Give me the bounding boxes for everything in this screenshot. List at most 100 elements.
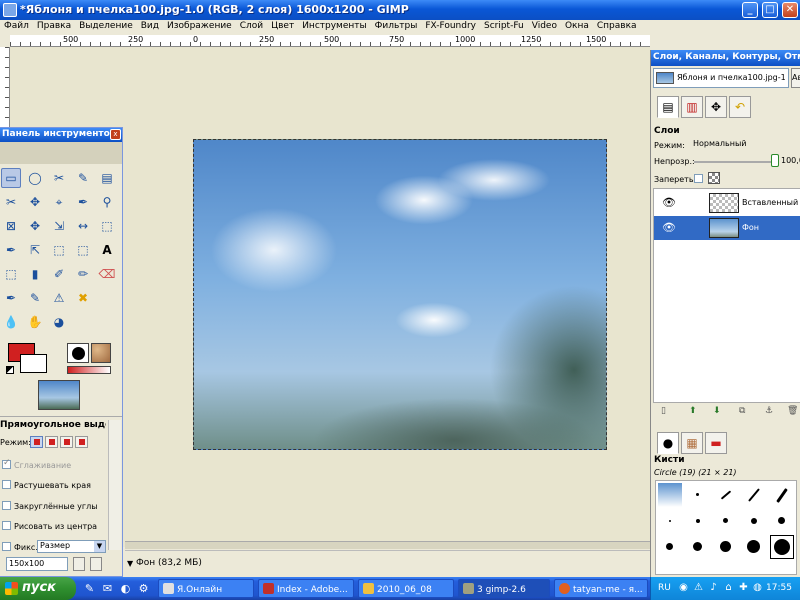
flip-tool[interactable]: ⬚ <box>73 240 93 260</box>
fixed-option[interactable]: Фикс.: <box>2 542 41 552</box>
brush-item[interactable] <box>770 483 794 507</box>
brush-item[interactable] <box>658 535 682 559</box>
lower-layer-icon[interactable]: ⬇ <box>713 406 721 416</box>
fuzzy-select-tool[interactable]: ✎ <box>73 168 93 188</box>
language-indicator[interactable]: RU <box>658 583 671 593</box>
tray-icon[interactable]: ⚠ <box>693 582 704 593</box>
duplicate-layer-icon[interactable]: ⧉ <box>739 406 745 416</box>
quicklaunch-icon[interactable]: ⚙ <box>136 581 151 596</box>
mode-intersect-button[interactable] <box>75 436 88 448</box>
ink-tool[interactable]: ✎ <box>25 288 45 308</box>
minimize-button[interactable]: _ <box>742 2 758 18</box>
mode-subtract-button[interactable] <box>60 436 73 448</box>
zoom-tool[interactable]: ⚲ <box>97 192 117 212</box>
taskbar-item-folder[interactable]: 2010_06_08 <box>358 579 454 598</box>
menu-file[interactable]: Файл <box>0 20 33 31</box>
tray-icon[interactable]: ⌂ <box>723 582 734 593</box>
tab-undo-icon[interactable]: ↶ <box>729 96 751 118</box>
move-tool[interactable]: ✥ <box>25 216 45 236</box>
taskbar-item-gimp[interactable]: 3 gimp-2.6 <box>458 579 550 598</box>
tray-icon[interactable]: ♪ <box>708 582 719 593</box>
expand-from-center-option[interactable]: Рисовать из центра <box>2 521 97 531</box>
smudge-tool[interactable]: ✋ <box>25 312 45 332</box>
tab-patterns-icon[interactable]: ▦ <box>681 432 703 454</box>
antialias-option[interactable]: Сглаживание <box>2 458 71 470</box>
antialias-checkbox[interactable] <box>2 458 11 469</box>
heal-tool[interactable]: ✖ <box>73 288 93 308</box>
taskbar-item-browser[interactable]: tatyan-me - я... <box>554 579 648 598</box>
measure-tool[interactable]: ⊠ <box>1 216 21 236</box>
fixed-checkbox[interactable] <box>2 542 11 551</box>
blur-tool[interactable]: 💧 <box>1 312 21 332</box>
layer-row[interactable]: 👁 Фон <box>654 216 800 240</box>
taskbar-item-yandex-online[interactable]: Я.Онлайн <box>158 579 254 598</box>
rounded-corners-checkbox[interactable] <box>2 501 11 510</box>
brush-item[interactable] <box>742 535 766 559</box>
mode-add-button[interactable] <box>45 436 58 448</box>
horizontal-scrollbar[interactable] <box>125 541 650 549</box>
image-select[interactable]: Яблоня и пчелка100.jpg-1 <box>653 68 789 88</box>
visibility-eye-icon[interactable]: 👁 <box>662 196 676 209</box>
chevron-down-icon[interactable]: ▼ <box>94 541 105 552</box>
fixed-size-input[interactable]: 150x100 <box>6 557 68 571</box>
menu-view[interactable]: Вид <box>137 20 163 31</box>
rounded-corners-option[interactable]: Закруглённые углы <box>2 501 98 511</box>
menu-image[interactable]: Изображение <box>163 20 236 31</box>
feather-checkbox[interactable] <box>2 480 11 489</box>
status-menu-arrow-icon[interactable]: ▼ <box>127 559 133 568</box>
perspective-clone-tool[interactable] <box>97 288 117 308</box>
menu-video[interactable]: Video <box>528 20 561 31</box>
tab-paths-icon[interactable]: ✥ <box>705 96 727 118</box>
crop-tool[interactable]: ↔ <box>73 216 93 236</box>
align-tool[interactable]: ⇲ <box>49 216 69 236</box>
raise-layer-icon[interactable]: ⬆ <box>689 406 697 416</box>
pencil-tool[interactable]: ✐ <box>49 264 69 284</box>
lock-alpha-checkbox[interactable] <box>694 174 703 183</box>
paths-tool[interactable]: ⌖ <box>49 192 69 212</box>
brush-item[interactable] <box>714 535 738 559</box>
ellipse-select-tool[interactable]: ◯ <box>25 168 45 188</box>
tool-options-scrollbar[interactable] <box>108 420 121 550</box>
menu-help[interactable]: Справка <box>593 20 641 31</box>
scale-tool[interactable]: ✒ <box>1 240 21 260</box>
clone-tool[interactable]: ⚠ <box>49 288 69 308</box>
close-button[interactable]: ✕ <box>782 2 798 18</box>
horizontal-ruler[interactable]: 500 250 0 250 500 750 1000 1250 1500 <box>10 35 650 47</box>
new-layer-icon[interactable]: ▯ <box>661 406 666 416</box>
menu-layer[interactable]: Слой <box>236 20 267 31</box>
anchor-layer-icon[interactable]: ⚓ <box>765 406 773 416</box>
bucket-fill-tool[interactable]: ⬚ <box>1 264 21 284</box>
toolbox-close-button[interactable]: x <box>110 129 121 140</box>
tab-channels-icon[interactable]: ▥ <box>681 96 703 118</box>
landscape-toggle-button[interactable] <box>90 557 102 571</box>
perspective-tool[interactable]: ⬚ <box>49 240 69 260</box>
delete-layer-icon[interactable]: 🗑 <box>787 406 798 416</box>
brush-item[interactable] <box>686 483 710 507</box>
opacity-slider-track[interactable] <box>694 161 772 163</box>
rotate-tool[interactable]: ⬚ <box>97 216 117 236</box>
quicklaunch-icon[interactable]: ◐ <box>118 581 133 596</box>
brush-item[interactable] <box>658 509 682 533</box>
scissors-tool[interactable]: ✂ <box>1 192 21 212</box>
tab-layers-icon[interactable]: ▤ <box>657 96 679 118</box>
fixed-mode-select[interactable]: Размер ▼ <box>37 540 106 553</box>
background-color-swatch[interactable] <box>20 354 47 373</box>
start-button[interactable]: пуск <box>0 577 76 600</box>
menu-fx-foundry[interactable]: FX-Foundry <box>421 20 480 31</box>
brush-item[interactable] <box>686 509 710 533</box>
brush-item[interactable] <box>714 483 738 507</box>
text-tool[interactable]: A <box>97 240 117 260</box>
menu-windows[interactable]: Окна <box>561 20 593 31</box>
brush-item[interactable] <box>742 509 766 533</box>
eraser-tool[interactable]: ⌫ <box>97 264 117 284</box>
expand-from-center-checkbox[interactable] <box>2 521 11 530</box>
menu-tools[interactable]: Инструменты <box>298 20 370 31</box>
wilber-drop-area[interactable] <box>0 142 122 164</box>
visibility-eye-icon[interactable]: 👁 <box>662 221 676 234</box>
feather-option[interactable]: Растушевать края <box>2 480 91 490</box>
color-picker-tool[interactable]: ✒ <box>73 192 93 212</box>
menu-colors[interactable]: Цвет <box>267 20 298 31</box>
brush-item[interactable] <box>714 509 738 533</box>
tab-brushes-icon[interactable]: ● <box>657 432 679 454</box>
brush-item[interactable] <box>742 483 766 507</box>
